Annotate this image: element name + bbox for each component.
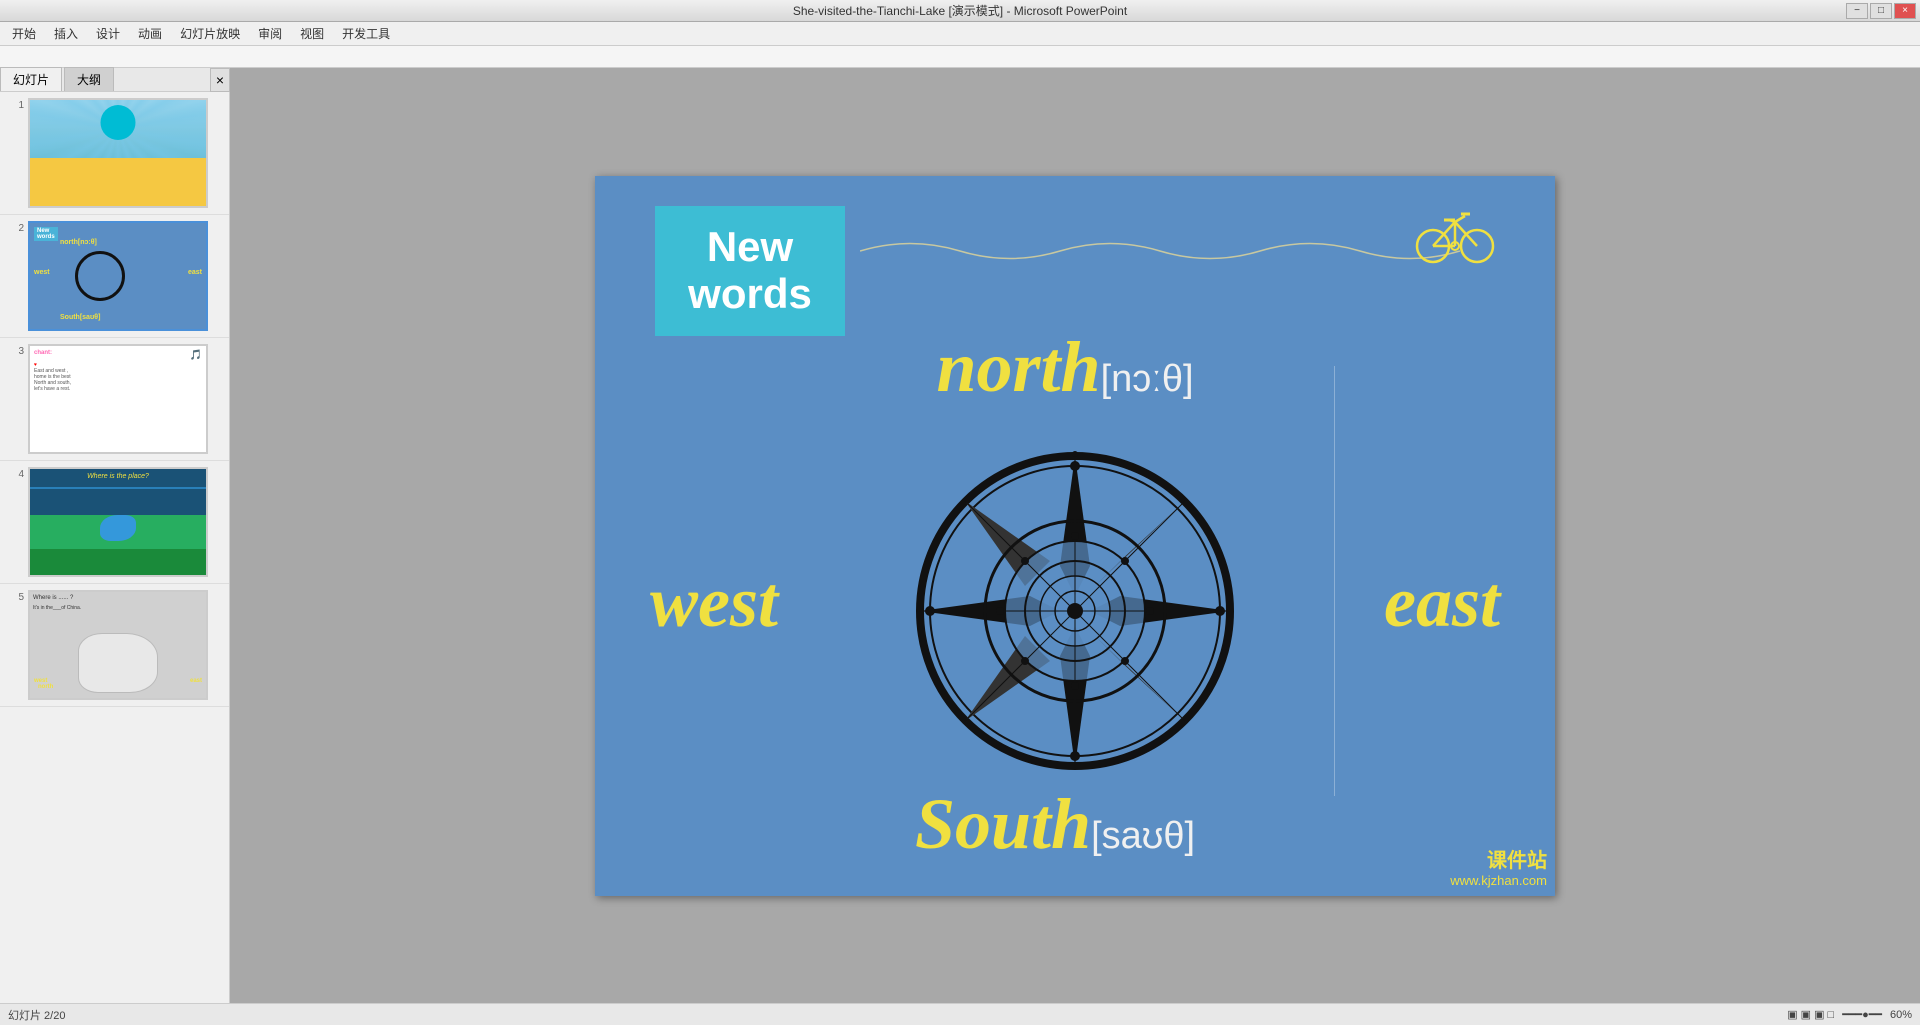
slide-number-5: 5 <box>4 590 24 603</box>
thumb2-south: South[saʊθ] <box>60 314 100 321</box>
south-word: South <box>915 784 1091 864</box>
compass-container <box>910 446 1240 776</box>
slide-count: 幻灯片 2/20 <box>8 1007 65 1023</box>
bicycle-icon <box>1415 206 1495 280</box>
menu-slideshow[interactable]: 幻灯片放映 <box>172 23 248 44</box>
toolbar <box>0 46 1920 68</box>
new-words-box: New words <box>655 206 845 336</box>
north-phonetic: [nɔːθ] <box>1101 358 1194 400</box>
window-title: She-visited-the-Tianchi-Lake [演示模式] - Mi… <box>793 2 1127 19</box>
slide-thumbnail-3[interactable]: 3 chant: ♥ East and west , home is the b… <box>0 338 229 461</box>
zoom-percent: 60% <box>1890 1009 1912 1021</box>
watermark-url: www.kjzhan.com <box>1450 873 1547 888</box>
zoom-slider[interactable]: ━━━●━━ <box>1842 1008 1882 1021</box>
west-text: west <box>650 561 778 644</box>
thumb-image-1 <box>28 98 208 208</box>
watermark: 课件站 www.kjzhan.com <box>1450 844 1547 888</box>
slide-number-1: 1 <box>4 98 24 111</box>
slide-number-2: 2 <box>4 221 24 234</box>
south-phonetic: [saʊθ] <box>1091 815 1195 857</box>
menu-animation[interactable]: 动画 <box>130 23 170 44</box>
tab-slides[interactable]: 幻灯片 <box>0 67 62 91</box>
watermark-logo: 课件站 <box>1450 844 1547 873</box>
menu-insert[interactable]: 插入 <box>46 23 86 44</box>
menu-developer[interactable]: 开发工具 <box>334 23 398 44</box>
slide-number-4: 4 <box>4 467 24 480</box>
minimize-button[interactable]: − <box>1846 3 1868 19</box>
thumb-image-5: Where is ...... ? It's in the___of China… <box>28 590 208 700</box>
panel-close-button[interactable]: × <box>210 68 230 92</box>
vertical-divider <box>1334 366 1335 796</box>
thumb2-compass <box>75 251 125 301</box>
status-bar: 幻灯片 2/20 ▣ ▣ ▣ □ ━━━●━━ 60% <box>0 1003 1920 1025</box>
close-window-button[interactable]: × <box>1894 3 1916 19</box>
status-right: ▣ ▣ ▣ □ ━━━●━━ 60% <box>1787 1008 1912 1021</box>
title-bar: She-visited-the-Tianchi-Lake [演示模式] - Mi… <box>0 0 1920 22</box>
slide-thumbnail-4[interactable]: 4 Where is the place? <box>0 461 229 584</box>
tab-outline[interactable]: 大纲 <box>64 67 114 91</box>
maximize-button[interactable]: □ <box>1870 3 1892 19</box>
north-text: north[nɔːθ] <box>675 326 1555 409</box>
slide-number-3: 3 <box>4 344 24 357</box>
slide-canvas[interactable]: New words <box>595 176 1555 896</box>
thumb2-west: west <box>34 269 50 276</box>
thumb-image-3: chant: ♥ East and west , home is the bes… <box>28 344 208 454</box>
zoom-label: ▣ ▣ ▣ □ <box>1787 1008 1834 1021</box>
slide-thumbnail-2[interactable]: 2 Newwords north[nɔːθ] west east South[s… <box>0 215 229 338</box>
thumb2-north: north[nɔːθ] <box>60 239 97 246</box>
panel-tab-bar: 幻灯片 大纲 <box>0 68 230 92</box>
slide-panel[interactable]: 1 2 Newwords north[nɔːθ] west east South… <box>0 92 230 1003</box>
thumb-image-2: Newwords north[nɔːθ] west east South[saʊ… <box>28 221 208 331</box>
thumb2-east: east <box>188 269 202 276</box>
menu-start[interactable]: 开始 <box>4 23 44 44</box>
wavy-line <box>860 231 1460 271</box>
thumb-image-4: Where is the place? <box>28 467 208 577</box>
slide-thumbnail-5[interactable]: 5 Where is ...... ? It's in the___of Chi… <box>0 584 229 707</box>
slide-thumbnail-1[interactable]: 1 <box>0 92 229 215</box>
north-word: north <box>936 327 1100 407</box>
main-slide-area: New words <box>230 68 1920 1003</box>
menu-view[interactable]: 视图 <box>292 23 332 44</box>
new-words-text: New words <box>688 224 812 316</box>
menu-design[interactable]: 设计 <box>88 23 128 44</box>
menu-review[interactable]: 审阅 <box>250 23 290 44</box>
south-text: South[saʊθ] <box>635 783 1555 866</box>
thumb2-new-words: Newwords <box>34 227 58 241</box>
compass-svg <box>910 446 1240 776</box>
east-text: east <box>1384 561 1500 644</box>
menu-bar: 开始 插入 设计 动画 幻灯片放映 审阅 视图 开发工具 <box>0 22 1920 46</box>
